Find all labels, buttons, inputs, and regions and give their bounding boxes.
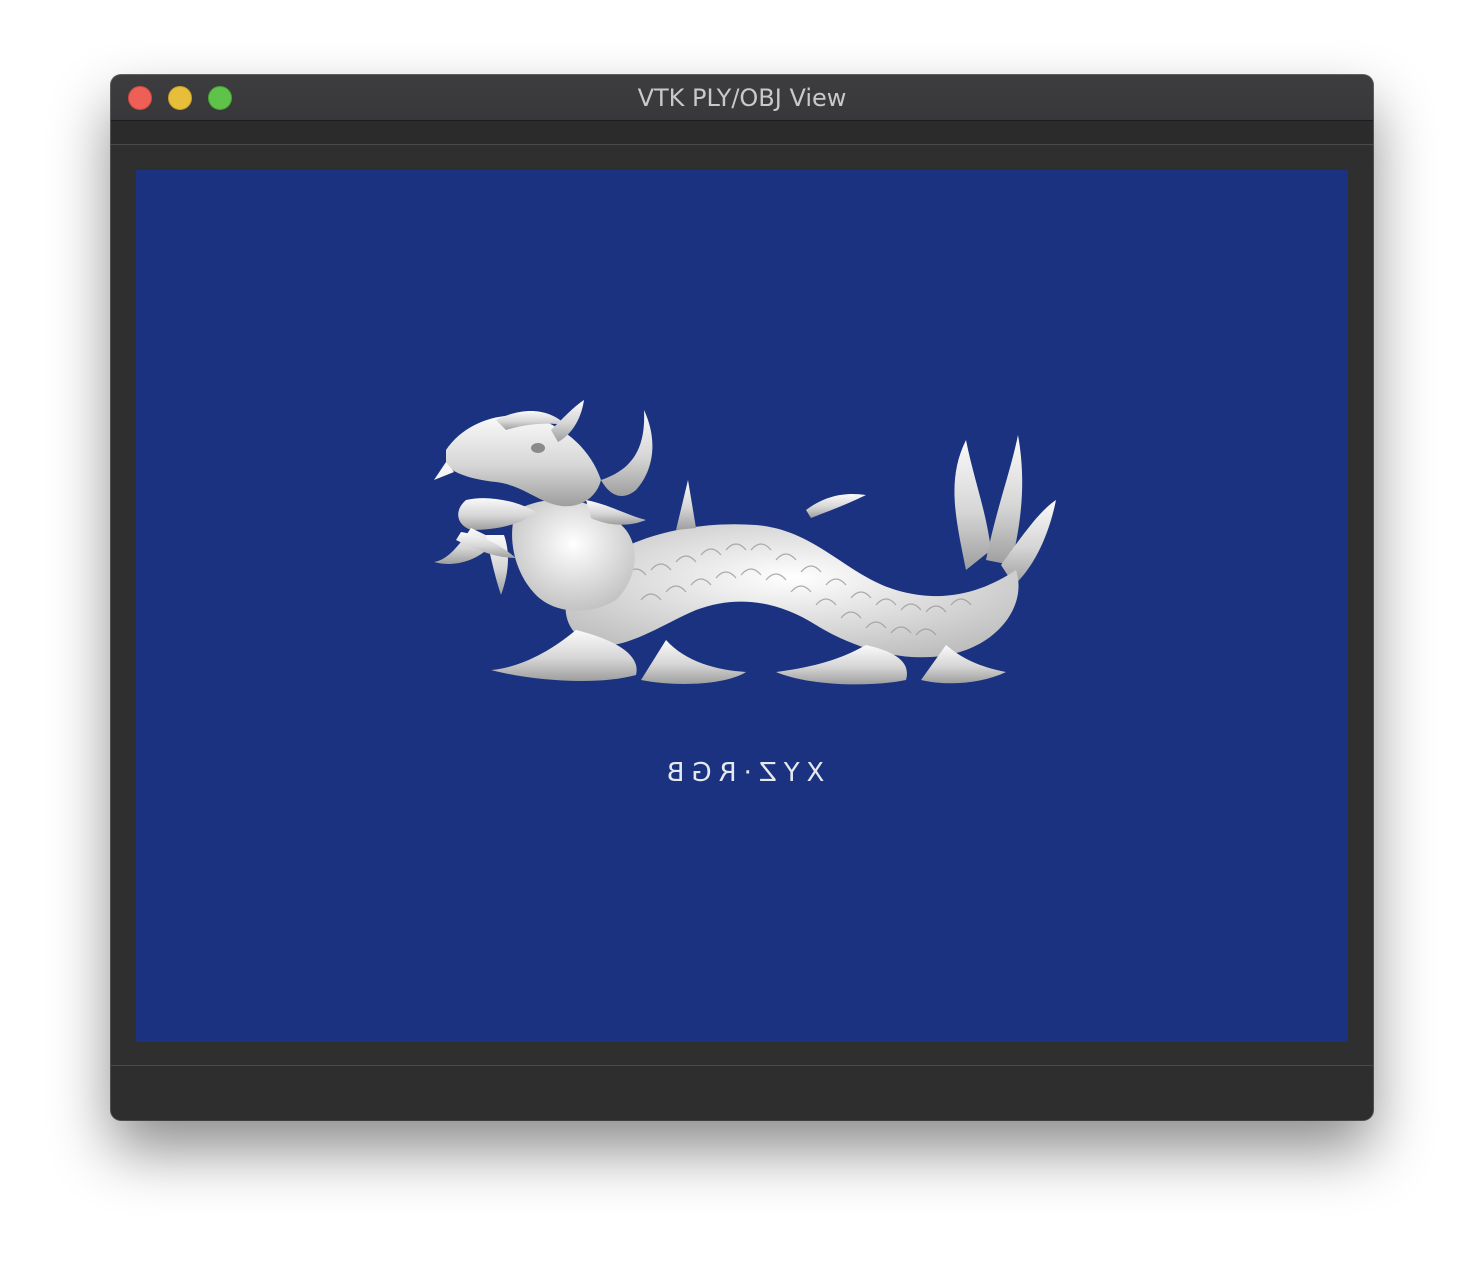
title-bar[interactable]: VTK PLY/OBJ View	[111, 75, 1373, 121]
axis-overlay-text: XYZ·RGB	[659, 758, 825, 788]
app-window: VTK PLY/OBJ View XYZ·RGB	[111, 75, 1373, 1120]
dragon-model	[434, 400, 1056, 685]
window-title: VTK PLY/OBJ View	[637, 84, 847, 112]
render-viewport[interactable]: XYZ·RGB	[136, 170, 1348, 1042]
status-bar	[111, 1066, 1373, 1120]
toolbar-strip	[111, 121, 1373, 145]
